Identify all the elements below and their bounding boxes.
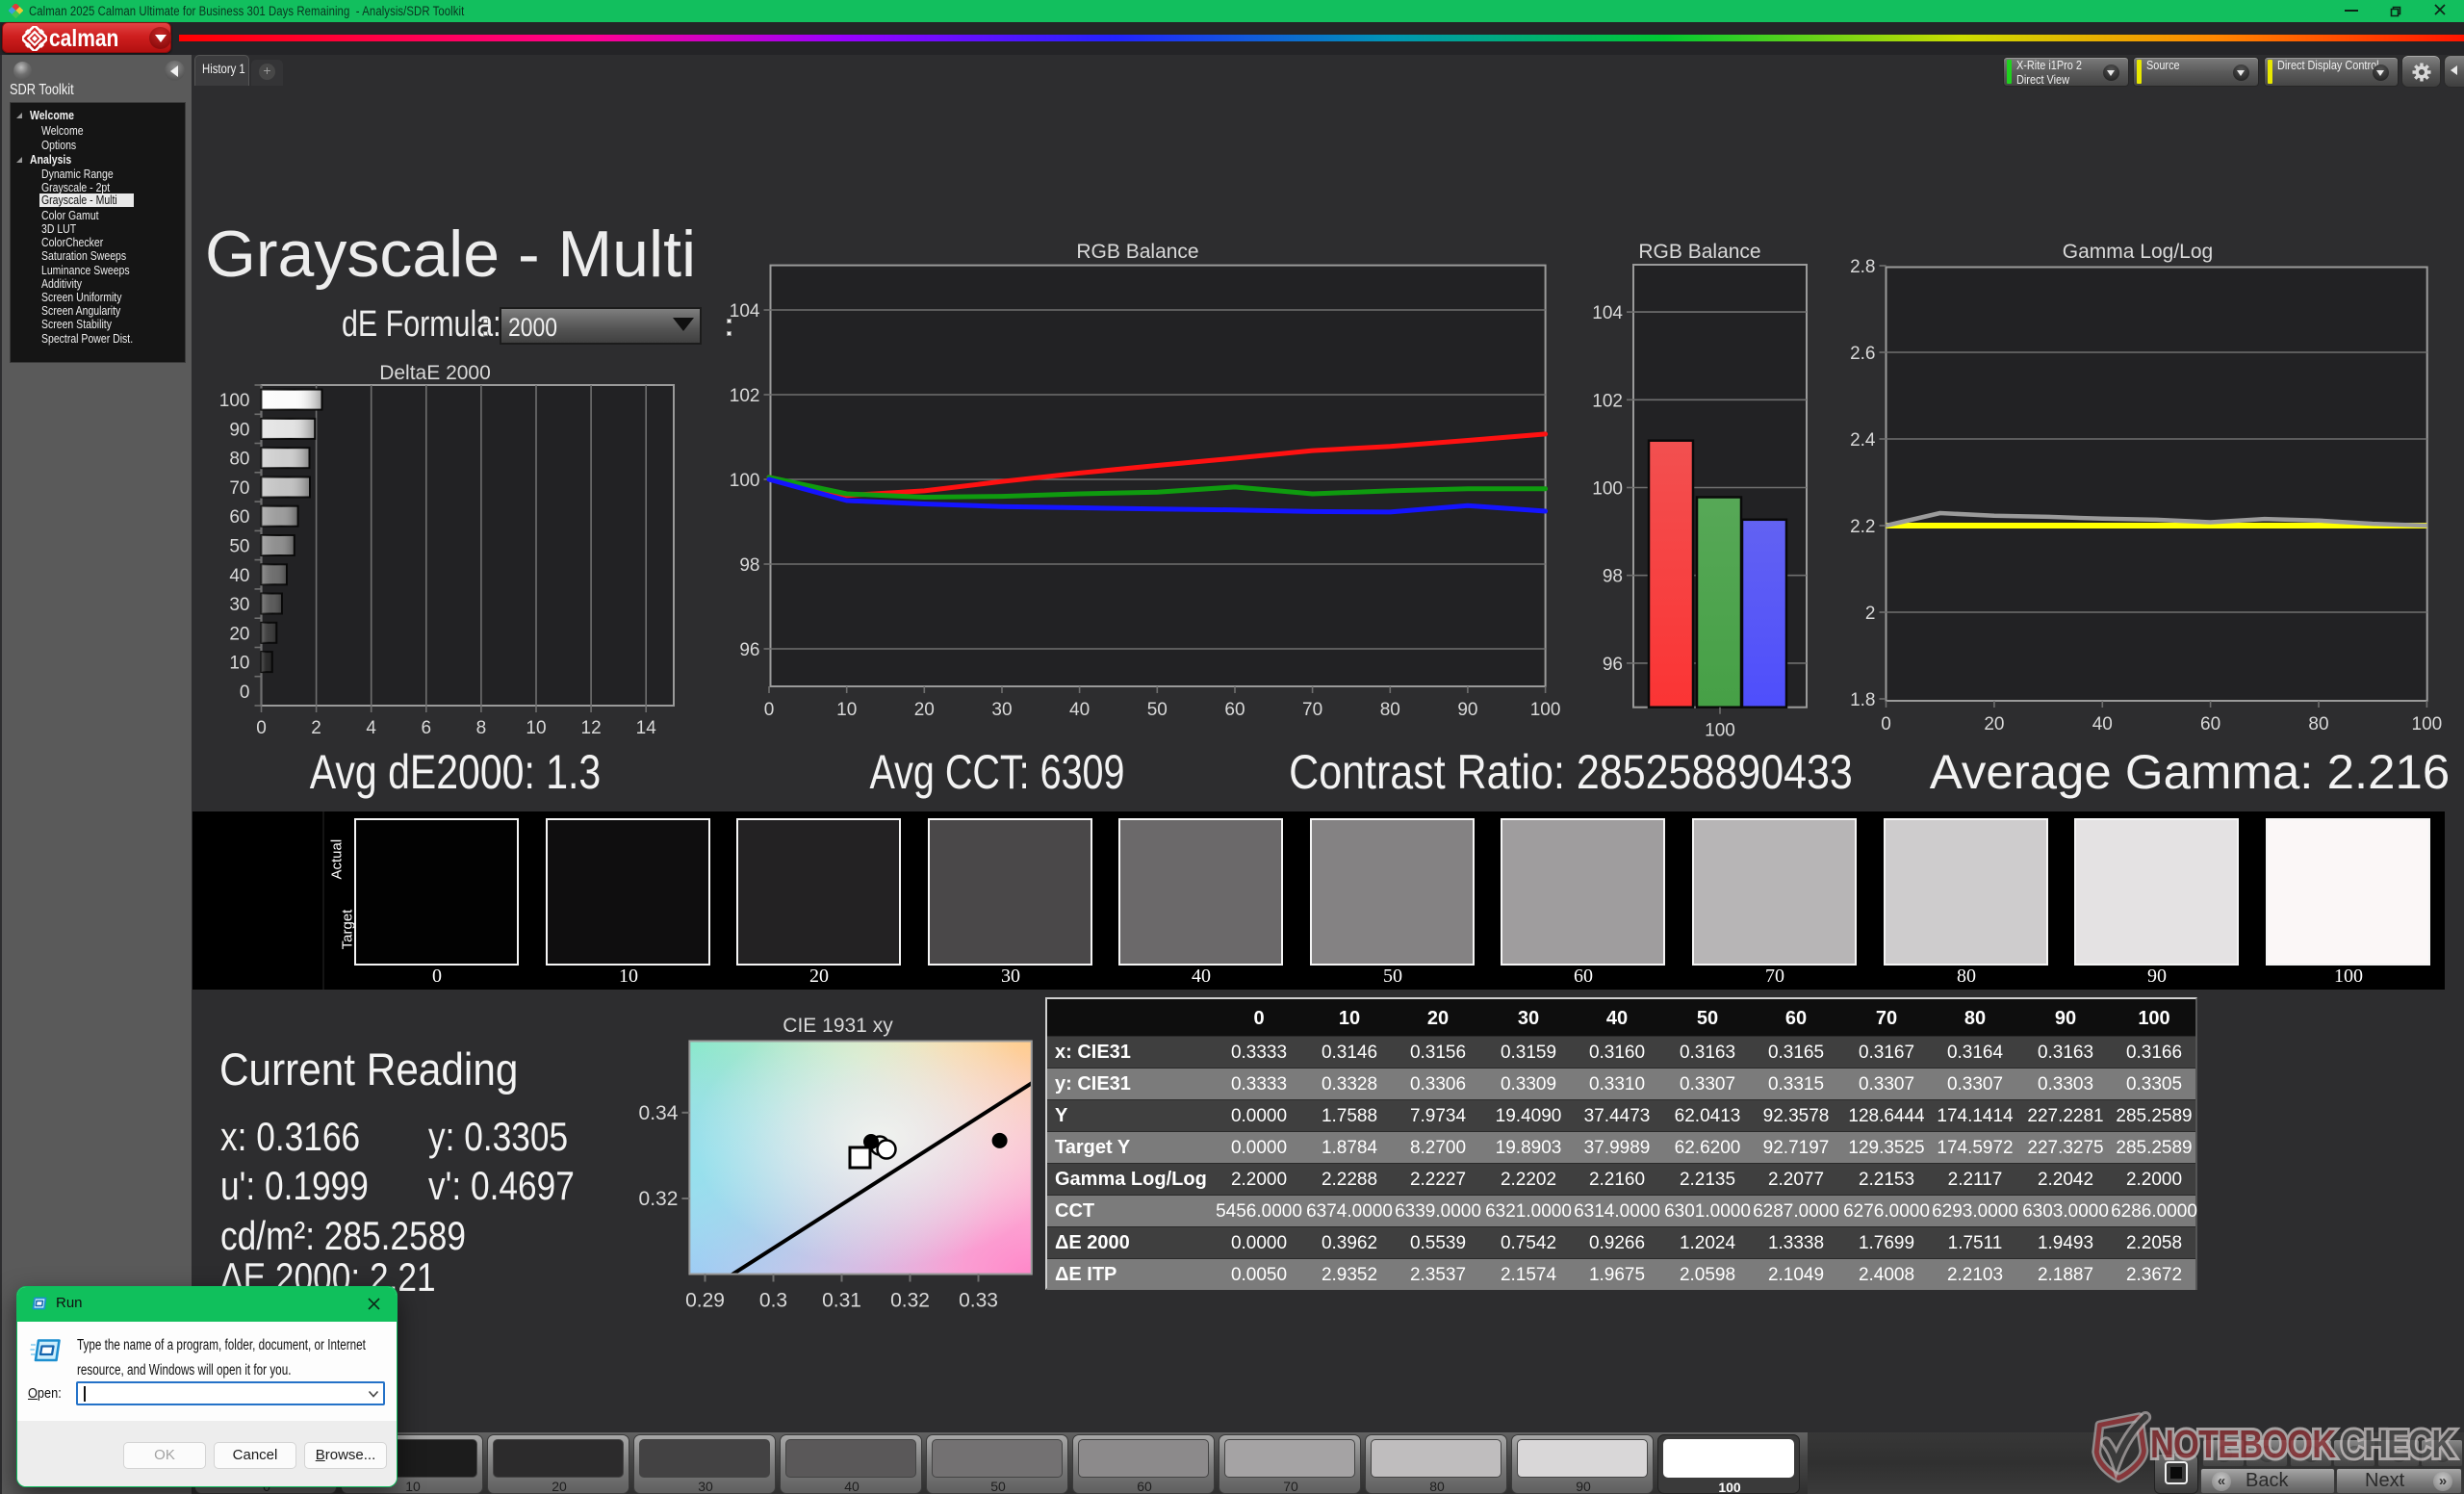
svg-text:60: 60 (1224, 700, 1245, 720)
svg-text:20: 20 (914, 700, 935, 720)
svg-text:104: 104 (730, 301, 760, 322)
svg-text:2.2: 2.2 (1850, 517, 1875, 537)
svg-text:40: 40 (1069, 700, 1090, 720)
svg-text:10: 10 (836, 700, 857, 720)
svg-text:CIE 1931 xy: CIE 1931 xy (783, 1015, 893, 1037)
svg-text:6: 6 (422, 718, 432, 738)
svg-text:0.34: 0.34 (639, 1102, 679, 1124)
svg-text:20: 20 (229, 624, 249, 644)
svg-text:100: 100 (730, 471, 760, 491)
svg-text:102: 102 (1592, 391, 1623, 411)
svg-text:0: 0 (256, 718, 267, 738)
svg-text:2: 2 (1865, 604, 1876, 624)
svg-text:80: 80 (2308, 714, 2328, 734)
svg-text:80: 80 (229, 450, 249, 470)
svg-text:50: 50 (229, 537, 249, 557)
svg-text:30: 30 (991, 700, 1012, 720)
svg-text:2.6: 2.6 (1850, 344, 1875, 364)
svg-text:0.3: 0.3 (759, 1290, 787, 1312)
svg-text:RGB Balance: RGB Balance (1638, 241, 1760, 263)
svg-text:0.31: 0.31 (822, 1290, 861, 1312)
svg-text:2.8: 2.8 (1850, 257, 1875, 277)
svg-text:RGB Balance: RGB Balance (1076, 241, 1198, 263)
svg-text:20: 20 (1984, 714, 2004, 734)
svg-text:100: 100 (1705, 721, 1735, 741)
svg-text:70: 70 (1302, 700, 1322, 720)
svg-text:60: 60 (229, 507, 249, 528)
svg-text:40: 40 (2092, 714, 2113, 734)
svg-text:CHECK: CHECK (2341, 1423, 2455, 1466)
svg-text:102: 102 (730, 386, 760, 406)
svg-text:0: 0 (1881, 714, 1891, 734)
svg-text:96: 96 (1603, 655, 1623, 675)
svg-text:10: 10 (526, 718, 546, 738)
svg-text:50: 50 (1147, 700, 1168, 720)
svg-text:98: 98 (1603, 567, 1623, 587)
svg-text:0: 0 (764, 700, 775, 720)
svg-text:4: 4 (366, 718, 376, 738)
svg-text:90: 90 (229, 420, 249, 440)
svg-text:0.32: 0.32 (890, 1290, 930, 1312)
svg-text:0.32: 0.32 (639, 1188, 679, 1210)
svg-text:0: 0 (240, 683, 250, 703)
svg-text:12: 12 (581, 718, 602, 738)
svg-text:104: 104 (1592, 303, 1623, 323)
svg-text:70: 70 (229, 478, 249, 499)
svg-text:DeltaE 2000: DeltaE 2000 (379, 362, 491, 384)
svg-text:100: 100 (2412, 714, 2443, 734)
svg-text:40: 40 (229, 566, 249, 586)
svg-text:2: 2 (311, 718, 321, 738)
svg-text:90: 90 (1457, 700, 1477, 720)
svg-text:100: 100 (219, 391, 250, 411)
svg-text:30: 30 (229, 595, 249, 615)
svg-text:98: 98 (739, 555, 759, 576)
svg-text:2.4: 2.4 (1850, 430, 1876, 451)
svg-text:14: 14 (636, 718, 657, 738)
svg-text:0.29: 0.29 (685, 1290, 725, 1312)
svg-text:10: 10 (229, 654, 249, 674)
svg-text:8: 8 (476, 718, 487, 738)
svg-text:0.33: 0.33 (959, 1290, 998, 1312)
svg-text:100: 100 (1530, 700, 1561, 720)
svg-text:NOTEBOOK: NOTEBOOK (2150, 1423, 2336, 1466)
svg-text:60: 60 (2200, 714, 2220, 734)
svg-text:100: 100 (1592, 479, 1623, 500)
svg-text:Gamma Log/Log: Gamma Log/Log (2063, 241, 2213, 263)
svg-text:1.8: 1.8 (1850, 690, 1875, 710)
svg-text:96: 96 (739, 640, 759, 660)
svg-text:80: 80 (1380, 700, 1400, 720)
